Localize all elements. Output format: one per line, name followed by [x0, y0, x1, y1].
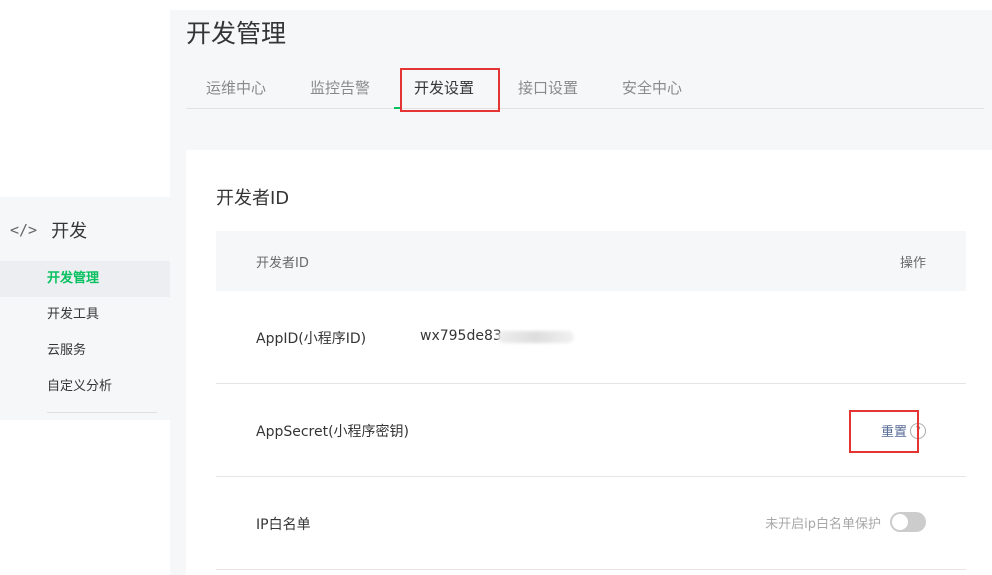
main: 开发管理 运维中心 监控告警 开发设置 接口设置 安全中心 开发者ID 开发者I…: [170, 10, 992, 575]
page-title: 开发管理: [186, 19, 287, 48]
appid-value: wx795de83: [420, 328, 502, 344]
redacted-blur: [498, 331, 574, 343]
secret-label: AppSecret(小程序密钥): [256, 424, 410, 440]
divider: [47, 412, 157, 413]
card-title: 开发者ID: [216, 188, 290, 209]
sidebar-section-label: 开发: [51, 221, 88, 242]
tab-api-settings[interactable]: 接口设置: [518, 77, 578, 98]
sidebar-item-dev-tools[interactable]: 开发工具: [0, 297, 170, 333]
table-row-appid: AppID(小程序ID) wx795de83: [216, 291, 966, 384]
code-icon: </>: [10, 221, 38, 239]
sidebar-item-analytics[interactable]: 自定义分析: [0, 369, 170, 405]
ip-whitelist-toggle[interactable]: [890, 512, 926, 532]
sidebar-item-cloud[interactable]: 云服务: [0, 333, 170, 369]
highlight-box: [849, 410, 919, 453]
header-col-id: 开发者ID: [256, 256, 309, 271]
table-row-ip: IP白名单 未开启ip白名单保护: [216, 477, 966, 570]
header-col-action: 操作: [899, 256, 926, 271]
highlight-box: [400, 68, 500, 112]
sidebar-section-dev[interactable]: </> 开发: [10, 217, 87, 243]
sidebar: </> 开发 开发管理 开发工具 云服务 自定义分析: [0, 197, 170, 420]
sidebar-item-dev-management[interactable]: 开发管理: [0, 261, 170, 297]
tab-ops[interactable]: 运维中心: [206, 77, 266, 98]
developer-id-card: 开发者ID 开发者ID 操作 AppID(小程序ID) wx795de83 Ap…: [186, 150, 992, 575]
tab-security[interactable]: 安全中心: [622, 77, 682, 98]
tab-monitor[interactable]: 监控告警: [310, 77, 370, 98]
ip-status: 未开启ip白名单保护: [765, 516, 881, 532]
table-header: 开发者ID 操作: [216, 231, 966, 291]
ip-label: IP白名单: [256, 517, 311, 533]
appid-label: AppID(小程序ID): [256, 331, 367, 347]
tab-bar: 运维中心 监控告警 开发设置 接口设置 安全中心: [186, 70, 984, 109]
